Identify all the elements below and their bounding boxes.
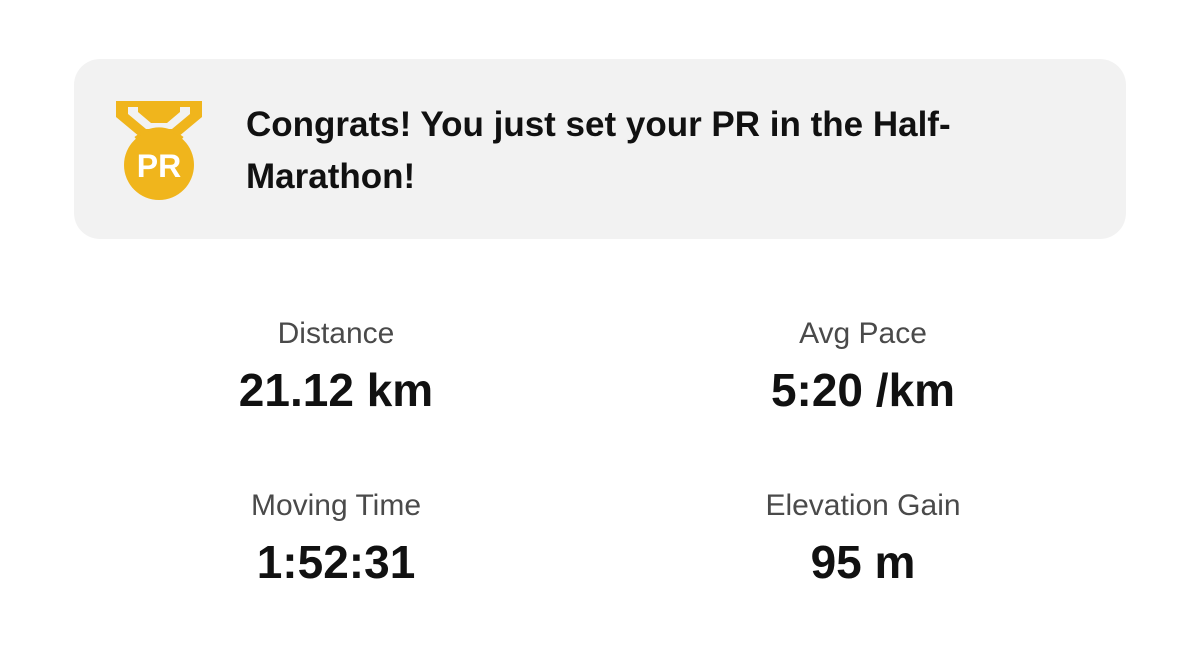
stat-distance: Distance 21.12 km [126, 316, 546, 420]
stat-value: 1:52:31 [256, 536, 416, 588]
stat-avg-pace: Avg Pace 5:20 /km [653, 316, 1073, 420]
pr-medal-icon: PR [116, 101, 202, 200]
stat-label: Elevation Gain [765, 489, 961, 522]
stat-moving-time: Moving Time 1:52:31 [126, 488, 546, 592]
stat-elevation-gain: Elevation Gain 95 m [653, 488, 1073, 592]
stat-label: Moving Time [250, 489, 422, 522]
pr-medal-text: PR [137, 148, 181, 184]
stat-label: Distance [277, 317, 395, 350]
pr-banner: PR Congrats! You just set your PR in the… [74, 59, 1126, 239]
pr-message: Congrats! You just set your PR in the Ha… [246, 105, 951, 196]
stat-value: 21.12 km [238, 364, 434, 416]
stat-label: Avg Pace [799, 317, 927, 350]
stat-value: 95 m [810, 536, 916, 588]
activity-stats: Distance 21.12 km Avg Pace 5:20 /km Movi… [0, 300, 1200, 640]
stat-value: 5:20 /km [770, 364, 956, 416]
